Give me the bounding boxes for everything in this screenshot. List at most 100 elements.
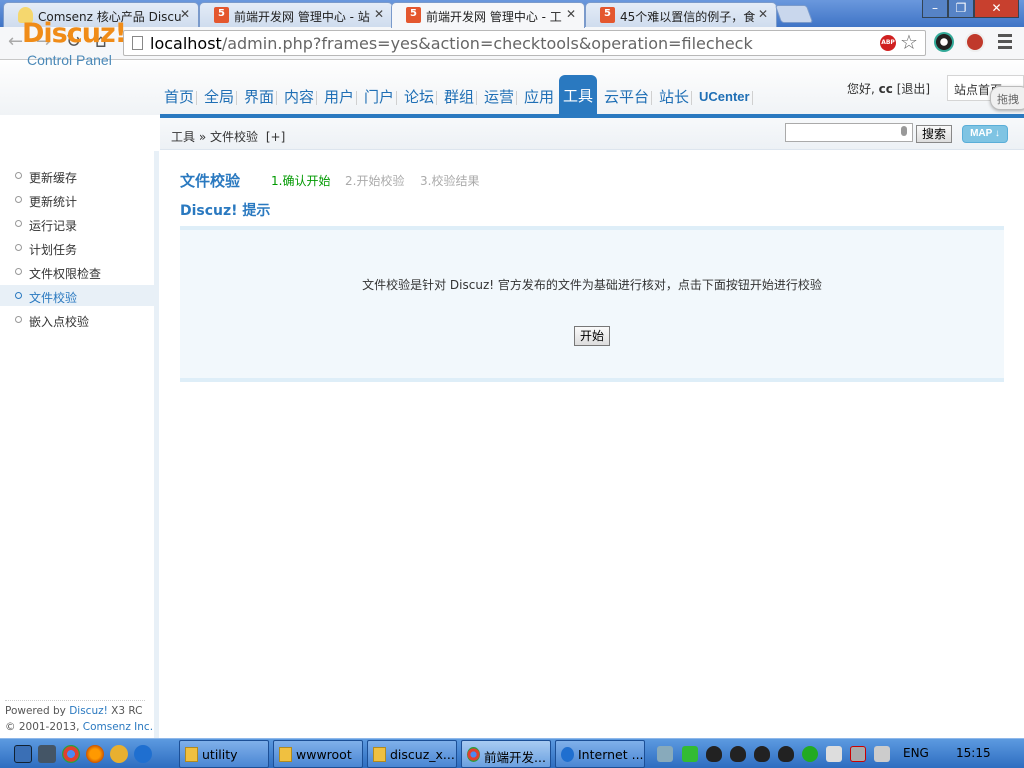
nav-ucenter[interactable]: UCenter (699, 86, 753, 114)
browser-tab-tools[interactable]: 前端开发网 管理中心 - 工 ✕ (391, 2, 585, 28)
tab-title: 45个难以置信的例子，食 (620, 10, 756, 24)
bullet-icon (15, 292, 22, 299)
flag-icon[interactable] (826, 746, 842, 762)
back-arrow-icon[interactable]: ← (8, 31, 23, 52)
sidebar-item-run-logs[interactable]: 运行记录 (0, 213, 154, 234)
nav-style[interactable]: 界面 (244, 86, 278, 114)
chrome-icon[interactable] (62, 745, 80, 763)
close-icon[interactable]: ✕ (374, 7, 384, 21)
tray-app-icon[interactable] (682, 746, 698, 762)
minimize-button[interactable]: – (922, 0, 948, 18)
qq-icon[interactable] (778, 746, 794, 762)
sidebar-item-cron[interactable]: 计划任务 (0, 237, 154, 258)
firefox-icon[interactable] (86, 745, 104, 763)
clock[interactable]: 15:15 (956, 746, 991, 760)
window-close-button[interactable]: ✕ (974, 0, 1019, 18)
breadcrumb-separator: » (198, 130, 207, 144)
main-content: 文件校验 1.确认开始 2.开始校验 3.校验结果 Discuz! 提示 文件校… (164, 151, 1024, 738)
nav-home[interactable]: 首页 (164, 86, 198, 114)
extension-icon[interactable] (934, 32, 954, 52)
breadcrumb: 工具 » 文件校验 [+] (171, 128, 285, 145)
nav-webmaster[interactable]: 站长 (659, 86, 693, 114)
page-title: 文件校验 (180, 172, 241, 190)
nav-group[interactable]: 群组 (444, 86, 478, 114)
nav-user[interactable]: 用户 (324, 86, 358, 114)
folder-icon (279, 747, 292, 762)
volume-icon[interactable] (874, 746, 890, 762)
sidebar-item-hook-check[interactable]: 嵌入点校验 (0, 309, 154, 330)
stop-extension-icon[interactable] (965, 32, 985, 52)
sidebar-item-file-check[interactable]: 文件校验 (0, 285, 154, 306)
admin-search-input[interactable] (785, 123, 913, 142)
version: X3 RC (107, 705, 143, 717)
step-confirm: 1.确认开始 (271, 174, 331, 188)
folder-icon (373, 747, 386, 762)
close-icon[interactable]: ✕ (758, 7, 768, 21)
user-info: 您好, cc [退出] (847, 80, 930, 97)
sidebar-item-update-cache[interactable]: 更新缓存 (0, 165, 154, 186)
adblock-plus-icon[interactable]: ABP (880, 35, 896, 51)
internet-explorer-icon[interactable] (134, 745, 152, 763)
add-shortcut-link[interactable]: [+] (266, 130, 285, 144)
comsenz-link[interactable]: Comsenz Inc. (83, 721, 153, 733)
taskbar-item-wwwroot[interactable]: wwwroot (273, 740, 363, 768)
browser-tab-site[interactable]: 前端开发网 管理中心 - 站 ✕ (199, 2, 393, 27)
network-disconnected-icon[interactable] (850, 746, 866, 762)
logout-link[interactable]: [退出] (897, 82, 930, 96)
show-desktop-icon[interactable] (14, 745, 32, 763)
close-icon[interactable]: ✕ (566, 7, 576, 21)
sidebar-item-label: 计划任务 (29, 243, 78, 257)
internet-options-icon (561, 747, 574, 762)
taskbar-item-utility[interactable]: utility (179, 740, 269, 768)
microphone-icon[interactable] (901, 126, 907, 136)
breadcrumb-root[interactable]: 工具 (171, 130, 195, 144)
copyright-prefix: © 2001-2013, (5, 721, 83, 733)
taskbar-item-discuz[interactable]: discuz_x... (367, 740, 457, 768)
html5-icon (600, 7, 615, 23)
security-shield-icon[interactable] (802, 746, 818, 762)
qq-icon[interactable] (730, 746, 746, 762)
sidebar-item-update-stats[interactable]: 更新统计 (0, 189, 154, 210)
map-button[interactable]: MAP ↓ (962, 125, 1008, 143)
nav-operation[interactable]: 运营 (484, 86, 518, 114)
page-icon (132, 36, 143, 50)
qq-icon[interactable] (706, 746, 722, 762)
address-bar[interactable]: localhost/admin.php?frames=yes&action=ch… (123, 30, 926, 56)
sidebar-item-label: 更新缓存 (29, 171, 78, 185)
taskbar-item-label: Internet ... (578, 747, 644, 762)
switch-windows-icon[interactable] (38, 745, 56, 763)
nav-forum[interactable]: 论坛 (404, 86, 438, 114)
step-start-check: 2.开始校验 (345, 174, 405, 188)
ie-tab-icon[interactable] (110, 745, 128, 763)
discuz-link[interactable]: Discuz! (69, 705, 108, 717)
input-language[interactable]: ENG (903, 746, 929, 760)
bullet-icon (15, 244, 22, 251)
drag-button[interactable]: 拖拽 (990, 86, 1024, 110)
greeting: 您好, (847, 82, 875, 96)
nav-cloud[interactable]: 云平台 (604, 86, 653, 114)
start-button[interactable]: 开始 (574, 326, 610, 346)
nav-content[interactable]: 内容 (284, 86, 318, 114)
chrome-menu-icon[interactable] (998, 34, 1012, 52)
bullet-icon (15, 196, 22, 203)
nav-tools[interactable]: 工具 (559, 75, 598, 115)
taskbar-item-internet[interactable]: Internet ... (555, 740, 645, 768)
sidebar-item-file-permission[interactable]: 文件权限检查 (0, 261, 154, 282)
browser-tab-examples[interactable]: 45个难以置信的例子，食 ✕ (585, 2, 777, 27)
close-icon[interactable]: ✕ (180, 7, 190, 21)
nav-apps[interactable]: 应用 (524, 86, 554, 114)
bookmark-star-icon[interactable]: ☆ (900, 30, 918, 54)
taskbar-item-label: utility (202, 747, 238, 762)
qq-icon[interactable] (754, 746, 770, 762)
browser-tab-strip: Comsenz 核心产品 Discu ✕ 前端开发网 管理中心 - 站 ✕ 前端… (0, 0, 1024, 28)
tray-network-icon[interactable] (657, 746, 673, 762)
nav-portal[interactable]: 门户 (364, 86, 398, 114)
taskbar-item-label: wwwroot (296, 747, 352, 762)
taskbar-item-chrome[interactable]: 前端开发... (461, 740, 551, 768)
bullet-icon (15, 316, 22, 323)
nav-global[interactable]: 全局 (204, 86, 238, 114)
search-button[interactable]: 搜索 (916, 125, 952, 143)
new-tab-button[interactable] (774, 5, 814, 23)
html5-icon (214, 7, 229, 23)
maximize-button[interactable]: ❐ (948, 0, 974, 18)
